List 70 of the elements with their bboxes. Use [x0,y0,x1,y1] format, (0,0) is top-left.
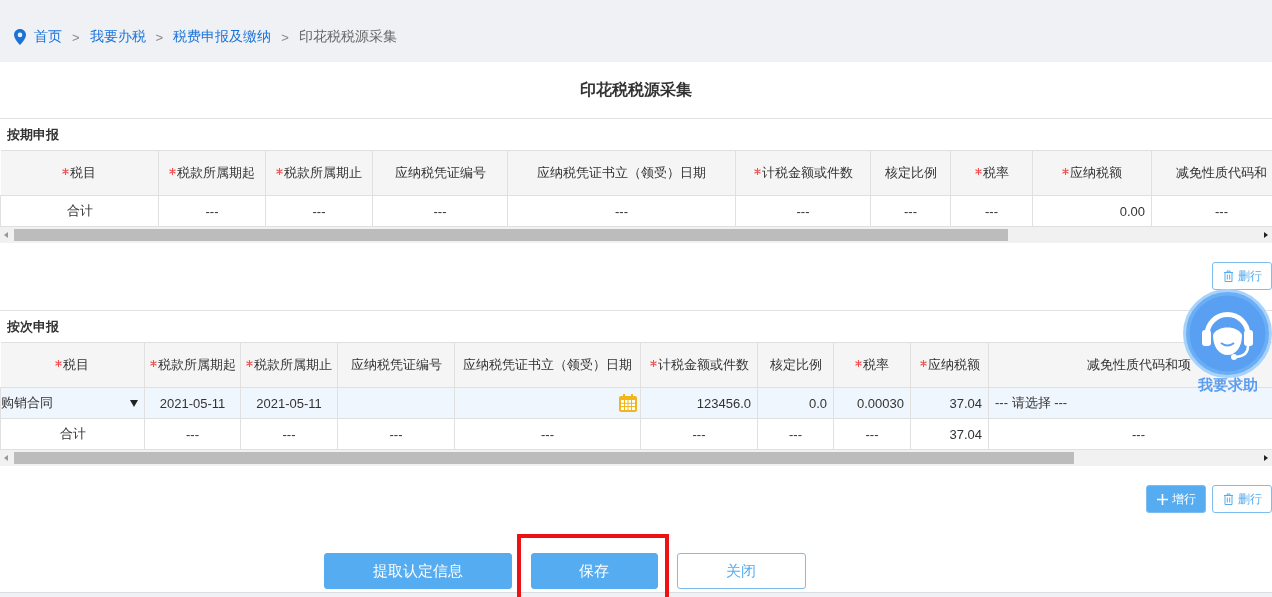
column-header: 税目 [0,150,159,196]
cell-text: 0.00030 [857,395,904,411]
action-button[interactable]: 关闭 [676,553,806,589]
cell-text: --- [985,203,998,219]
breadcrumb-current: 印花税税源采集 [298,28,397,46]
column-header: 应纳税凭证书立（领受）日期 [507,150,736,196]
delete-row-button[interactable]: 删行 [1212,262,1272,290]
cell-text: --- [282,426,296,442]
breadcrumb-separator: > [72,29,80,45]
column-header: 税目 [0,342,145,388]
column-header: 应纳税额 [1032,150,1152,196]
plus-icon [1156,493,1168,505]
help-label[interactable]: 我要求助 [1197,376,1258,395]
breadcrumb-separator: > [155,29,164,45]
cell-text: --- [796,203,810,219]
cell-text: --- [389,426,403,442]
exemption-select[interactable]: --- 请选择 --- [995,395,1068,410]
cell-text: --- [615,203,628,219]
trash-icon [1222,493,1234,505]
cell-text: --- [865,426,879,442]
cell-text: 0.0 [808,395,827,411]
cell-text: 123456.0 [696,395,751,411]
horizontal-scrollbar[interactable] [0,450,1272,466]
breadcrumb-link[interactable]: 我要办税 [89,28,146,46]
cell-text: --- [541,426,554,442]
column-header: 应纳税凭证编号 [372,150,508,196]
column-header: 核定比例 [870,150,951,196]
location-pin-icon [14,29,26,45]
cell-text: --- [789,426,802,442]
cell-text: 0.00 [1119,203,1145,219]
column-header: 核定比例 [757,342,834,388]
add-row-button[interactable]: 增行 [1146,485,1206,513]
column-header: 税款所属期止 [240,342,338,388]
cell-text: 2021-05-11 [159,395,226,411]
cell-text: 合计 [59,426,86,441]
cell-text: 37.04 [949,395,982,411]
page-title: 印花税税源采集 [580,79,692,100]
cell-text: --- [904,203,917,219]
cell-text: --- [1215,203,1228,219]
action-button[interactable]: 提取认定信息 [323,553,512,589]
cell-text: 2021-05-11 [256,395,322,411]
column-header: 减免性质代码和 [1151,150,1272,196]
delete-row-button[interactable]: 删行 [1212,485,1272,513]
column-header: 应纳税凭证编号 [337,342,455,388]
cell-text: 合计 [66,203,93,218]
caret-icon [130,399,138,407]
cell-text: --- [1132,426,1145,442]
cell-text: --- [312,203,326,219]
horizontal-scrollbar[interactable] [0,227,1272,243]
section-title: 按期申报 [7,125,59,144]
cell-text: --- [186,426,199,442]
cell-text: --- [692,426,706,442]
breadcrumb-link[interactable]: 首页 [34,28,62,46]
action-button[interactable]: 保存 [530,553,658,589]
column-header: 税率 [950,150,1033,196]
column-header: 税款所属期起 [158,150,266,196]
breadcrumb-link[interactable]: 税费申报及缴纳 [173,28,272,46]
column-header: 计税金额或件数 [640,342,758,388]
section-title: 按次申报 [7,317,59,336]
column-header: 税款所属期起 [144,342,241,388]
cell-text: 37.04 [949,426,982,442]
column-header: 计税金额或件数 [735,150,871,196]
cell-text: --- [433,203,447,219]
column-header: 税款所属期止 [265,150,373,196]
column-header: 应纳税凭证书立（领受）日期 [454,342,641,388]
column-header: 应纳税额 [910,342,989,388]
cell-text: --- [205,203,219,219]
breadcrumb-separator: > [281,29,289,45]
trash-icon [1222,270,1234,282]
column-header: 税率 [833,342,911,388]
